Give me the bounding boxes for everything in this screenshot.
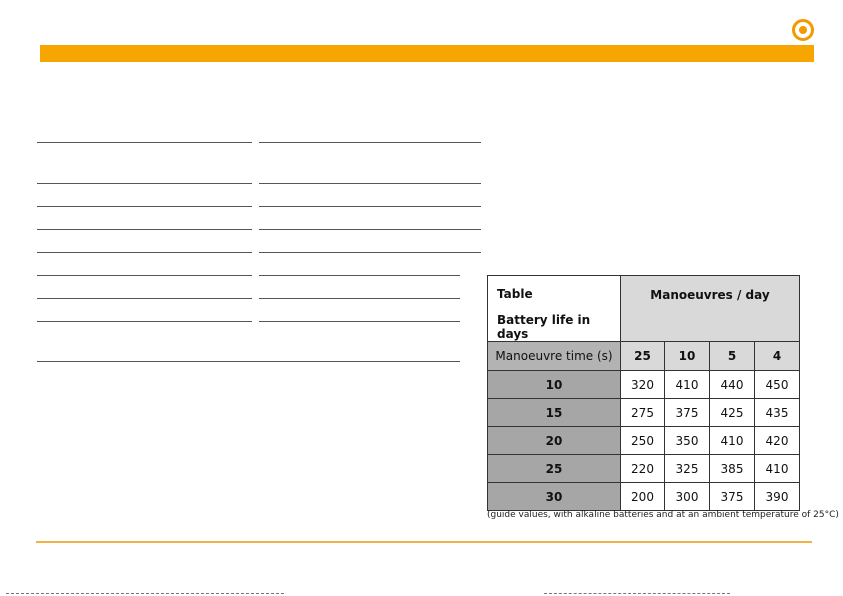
table-title: Table [497,287,533,301]
manoeuvre-time-header: Manoeuvre time (s) [487,341,621,371]
table-row: 10 320 410 440 450 [487,370,800,399]
column-header: 5 [709,341,755,371]
table-cell: 450 [754,370,800,399]
table-cell: 375 [709,482,755,511]
column-header-row: Manoeuvre time (s) 25 10 5 4 [487,341,800,371]
table-row: 30 200 300 375 390 [487,482,800,511]
rule [37,229,252,230]
footer-dash-left [6,593,284,595]
table-cell: 410 [754,454,800,483]
table-cell: 410 [709,426,755,455]
manoeuvres-per-day-header: Manoeuvres / day [620,275,800,342]
table-cell: 200 [620,482,665,511]
battery-life-table: Table Battery life in days Manoeuvres / … [487,275,800,511]
table-cell: 250 [620,426,665,455]
rule [37,142,252,143]
table-cell: 350 [664,426,710,455]
row-header: 20 [487,426,621,455]
table-cell: 300 [664,482,710,511]
table-subtitle: Battery life in days [497,313,591,341]
table-cell: 325 [664,454,710,483]
table-cell: 320 [620,370,665,399]
column-header: 25 [620,341,665,371]
rule [259,275,460,276]
row-header: 30 [487,482,621,511]
rule [259,142,481,143]
rule [259,206,481,207]
column-header: 10 [664,341,710,371]
table-cell: 440 [709,370,755,399]
rule [259,298,460,299]
rule [37,252,252,253]
footer-dash-right [544,593,730,595]
header-banner [40,45,814,62]
table-header-row: Table Battery life in days Manoeuvres / … [487,275,800,342]
footer-rule [36,541,812,543]
column-header: 4 [754,341,800,371]
group-header-label: Manoeuvres / day [650,288,770,302]
rule [37,206,252,207]
row-header: 15 [487,398,621,427]
table-footnote: (guide values, with alkaline batteries a… [487,510,839,520]
row-header: 10 [487,370,621,399]
rule [259,252,481,253]
table-cell: 375 [664,398,710,427]
table-title-cell: Table Battery life in days [487,275,621,342]
table-cell: 275 [620,398,665,427]
rule [259,321,460,322]
table-cell: 425 [709,398,755,427]
rule [37,361,460,362]
table-cell: 420 [754,426,800,455]
table-cell: 390 [754,482,800,511]
table-row: 20 250 350 410 420 [487,426,800,455]
rule [37,298,252,299]
rule [259,183,481,184]
rule [259,229,481,230]
target-logo-icon [792,19,814,41]
rule [37,183,252,184]
row-header: 25 [487,454,621,483]
table-row: 25 220 325 385 410 [487,454,800,483]
table-cell: 385 [709,454,755,483]
table-row: 15 275 375 425 435 [487,398,800,427]
rule [37,321,252,322]
rule [37,275,252,276]
table-cell: 435 [754,398,800,427]
table-cell: 410 [664,370,710,399]
table-cell: 220 [620,454,665,483]
